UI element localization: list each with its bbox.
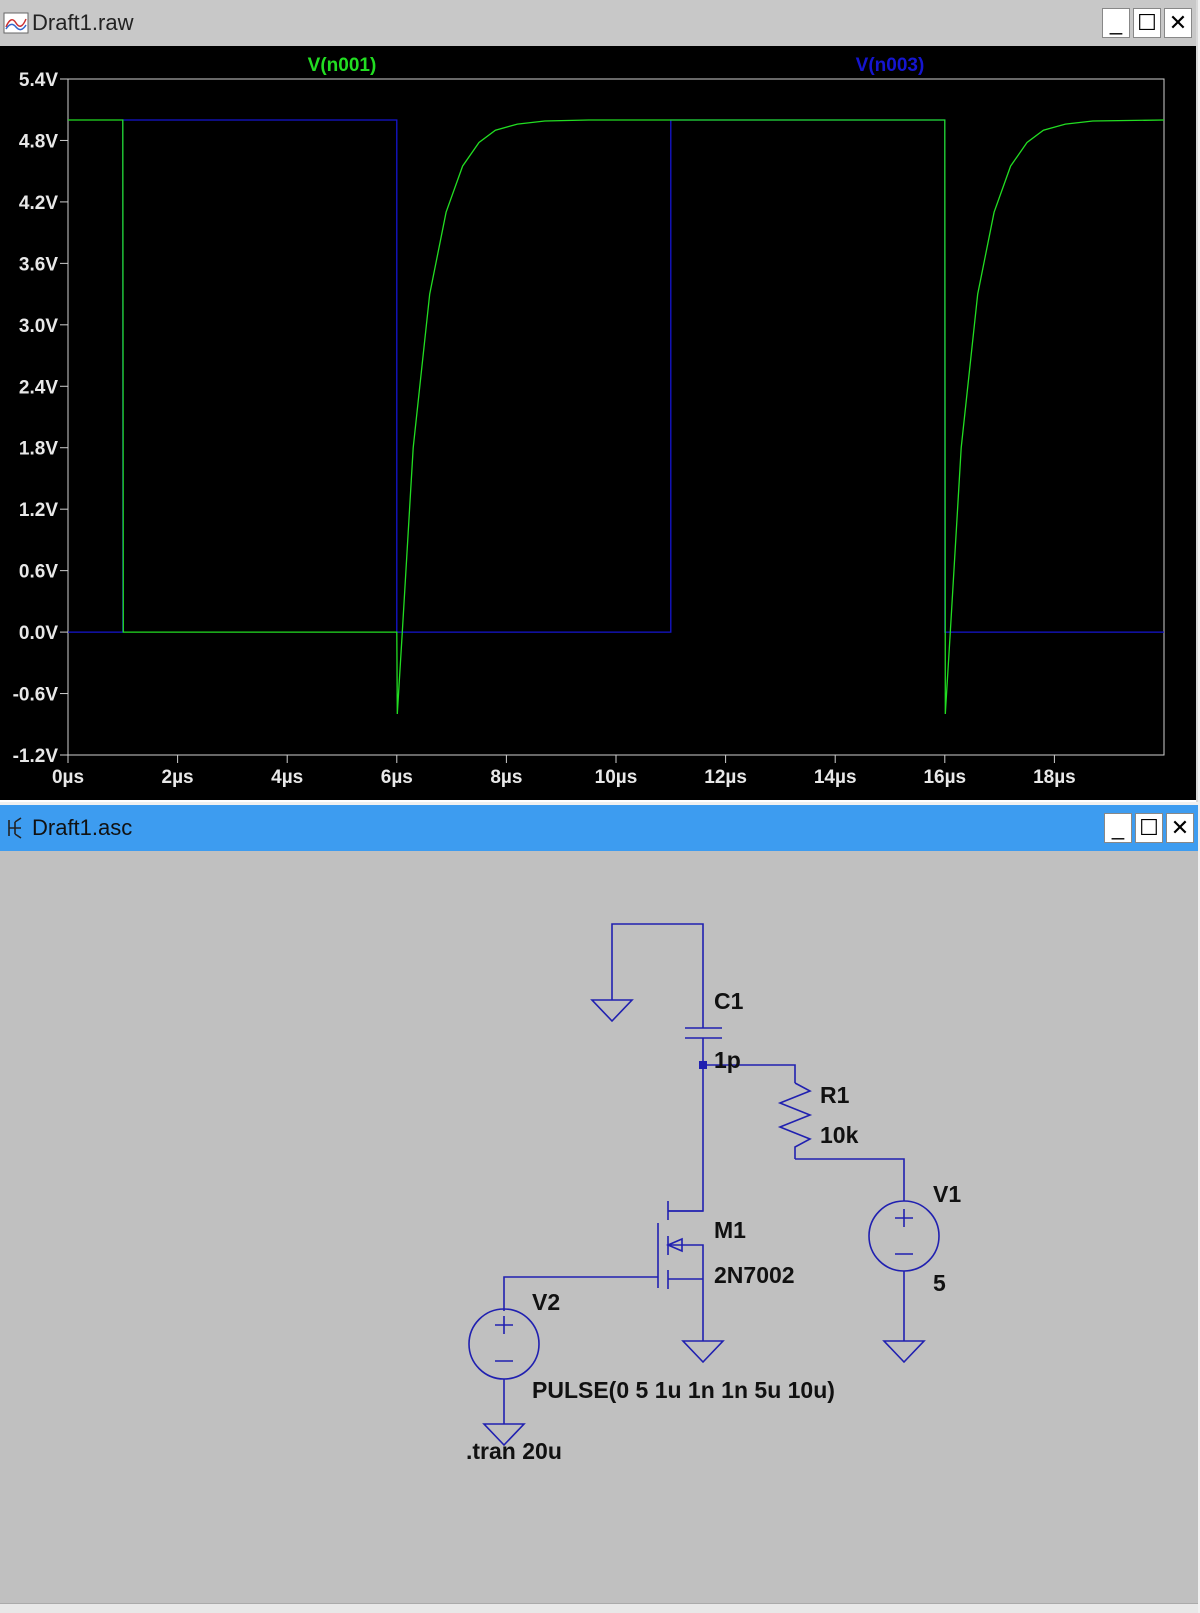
trace-label-v-n003[interactable]: V(n003) bbox=[856, 55, 925, 76]
y-tick-label: 4.8V bbox=[19, 131, 58, 152]
maximize-button[interactable]: ☐ bbox=[1135, 813, 1163, 843]
y-tick-label: 2.4V bbox=[19, 377, 58, 398]
schematic-titlebar[interactable]: Draft1.asc _ ☐ ✕ bbox=[0, 805, 1198, 851]
close-button[interactable]: ✕ bbox=[1164, 8, 1192, 38]
y-tick-label: 1.8V bbox=[19, 439, 58, 460]
voltage-source-v1[interactable] bbox=[868, 1200, 940, 1364]
x-tick-label: 16µs bbox=[923, 767, 966, 788]
y-tick-label: 3.0V bbox=[19, 316, 58, 337]
x-tick-label: 0µs bbox=[52, 767, 84, 788]
close-button[interactable]: ✕ bbox=[1166, 813, 1194, 843]
v2-name-label[interactable]: V2 bbox=[532, 1289, 560, 1315]
r1-value-label[interactable]: 10k bbox=[820, 1122, 859, 1148]
trace-label-v-n001[interactable]: V(n001) bbox=[308, 55, 377, 76]
m1-name-label[interactable]: M1 bbox=[714, 1217, 746, 1243]
x-tick-label: 6µs bbox=[381, 767, 413, 788]
resistor-r1[interactable] bbox=[777, 1082, 813, 1159]
minimize-button[interactable]: _ bbox=[1102, 8, 1130, 38]
waveform-window[interactable]: Draft1.raw _ ☐ ✕ 5.4V 4.8V 4.2V 3.6V 3.0V 2.4… bbox=[0, 0, 1198, 802]
plot-frame bbox=[67, 78, 1165, 756]
m1-value-label[interactable]: 2N7002 bbox=[714, 1262, 795, 1288]
schematic-window[interactable]: Draft1.asc _ ☐ ✕ C1 1p R1 10k V1 5 M1 2N… bbox=[0, 805, 1198, 1612]
x-tick-label: 10µs bbox=[595, 767, 638, 788]
c1-value-label[interactable]: 1p bbox=[714, 1047, 741, 1073]
trace-vn001[interactable] bbox=[68, 119, 1165, 715]
ground-symbol-top bbox=[590, 999, 634, 1023]
schematic-window-title: Draft1.asc bbox=[32, 815, 133, 840]
waveform-plot[interactable]: 5.4V 4.8V 4.2V 3.6V 3.0V 2.4V 1.8V 1.2V 0.6V 0.0V… bbox=[0, 46, 1196, 800]
y-tick-label: 5.4V bbox=[19, 70, 58, 91]
x-tick-label: 18µs bbox=[1033, 767, 1076, 788]
y-axis: 5.4V 4.8V 4.2V 3.6V 3.0V 2.4V 1.8V 1.2V 0.6V 0.0V… bbox=[13, 70, 68, 767]
schematic-canvas[interactable]: C1 1p R1 10k V1 5 M1 2N7002 V2 PULSE(0 5… bbox=[0, 851, 1198, 1606]
x-tick-label: 8µs bbox=[490, 767, 522, 788]
maximize-button[interactable]: ☐ bbox=[1133, 8, 1161, 38]
waveform-app-icon bbox=[2, 9, 30, 37]
wire-gate-v2[interactable] bbox=[503, 1276, 658, 1311]
waveform-chart[interactable]: 5.4V 4.8V 4.2V 3.6V 3.0V 2.4V 1.8V 1.2V 0.6V 0.0V… bbox=[0, 46, 1196, 800]
y-tick-label: 1.2V bbox=[19, 500, 58, 521]
x-tick-label: 14µs bbox=[814, 767, 857, 788]
wire-c1-ground[interactable] bbox=[611, 923, 704, 1028]
schematic-app-icon bbox=[2, 814, 30, 842]
y-tick-label: 0.0V bbox=[19, 623, 58, 644]
x-axis: 0µs 2µs 4µs 6µs 8µs 10µs 12µs 14µs 16µs 18µs bbox=[52, 755, 1076, 788]
waveform-window-title: Draft1.raw bbox=[32, 10, 134, 35]
voltage-source-v2[interactable] bbox=[468, 1308, 540, 1447]
y-tick-label: 3.6V bbox=[19, 254, 58, 275]
traces bbox=[68, 119, 1165, 715]
v2-value-label[interactable]: PULSE(0 5 1u 1n 1n 5u 10u) bbox=[532, 1377, 835, 1403]
tran-directive[interactable]: .tran 20u bbox=[466, 1438, 562, 1464]
minimize-button[interactable]: _ bbox=[1104, 813, 1132, 843]
wire-r1-v1[interactable] bbox=[795, 1158, 905, 1201]
v1-value-label[interactable]: 5 bbox=[933, 1270, 946, 1296]
c1-name-label[interactable]: C1 bbox=[714, 988, 744, 1014]
y-tick-label: -1.2V bbox=[13, 746, 59, 767]
y-tick-label: 4.2V bbox=[19, 193, 58, 214]
x-tick-label: 4µs bbox=[271, 767, 303, 788]
v1-name-label[interactable]: V1 bbox=[933, 1181, 961, 1207]
y-tick-label: 0.6V bbox=[19, 562, 58, 583]
y-tick-label: -0.6V bbox=[13, 685, 59, 706]
r1-name-label[interactable]: R1 bbox=[820, 1082, 850, 1108]
x-tick-label: 2µs bbox=[162, 767, 194, 788]
wire-node-m1-drain[interactable] bbox=[668, 1065, 704, 1212]
waveform-titlebar[interactable]: Draft1.raw _ ☐ ✕ bbox=[0, 0, 1196, 46]
x-tick-label: 12µs bbox=[704, 767, 747, 788]
